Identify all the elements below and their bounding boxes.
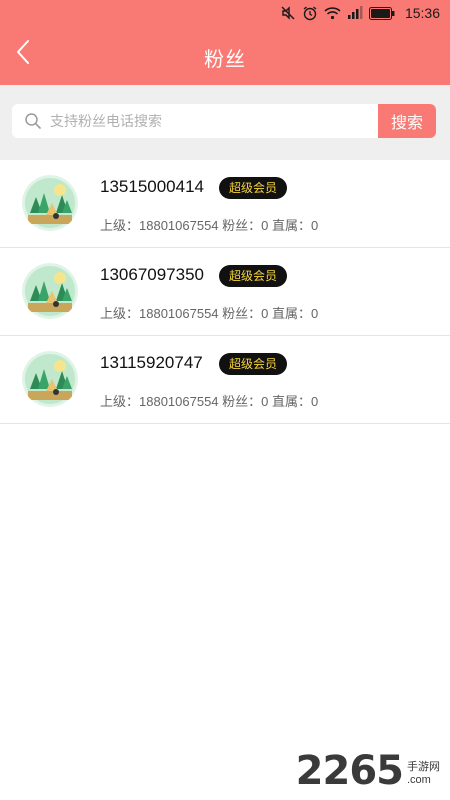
search-bar: 搜索 bbox=[0, 85, 450, 160]
member-badge: 超级会员 bbox=[219, 353, 288, 375]
mute-icon bbox=[280, 5, 296, 21]
status-bar: 15:36 bbox=[0, 0, 450, 26]
title-bar: 粉丝 bbox=[0, 26, 450, 85]
member-badge: 超级会员 bbox=[219, 265, 288, 287]
fan-phone: 13515000414 bbox=[100, 177, 205, 196]
wifi-icon bbox=[324, 6, 341, 20]
fan-list-item[interactable]: 13067097350 超级会员 上级：18801067554 粉丝：0 直属：… bbox=[0, 248, 450, 336]
battery-icon bbox=[368, 6, 395, 20]
member-badge: 超级会员 bbox=[219, 177, 288, 199]
fan-phone: 13115920747 bbox=[100, 353, 203, 372]
watermark-number: 2265 bbox=[295, 748, 404, 794]
search-box: 搜索 bbox=[12, 104, 436, 138]
alarm-icon bbox=[302, 5, 318, 21]
fan-phone: 13067097350 bbox=[100, 265, 205, 284]
fan-meta: 上级：18801067554 粉丝：0 直属：0 bbox=[100, 306, 319, 321]
fan-meta: 上级：18801067554 粉丝：0 直属：0 bbox=[100, 394, 319, 409]
watermark-suffix: 手游网 bbox=[407, 761, 440, 773]
fan-list-item[interactable]: 13515000414 超级会员 上级：18801067554 粉丝：0 直属：… bbox=[0, 160, 450, 248]
app-header: 15:36 粉丝 bbox=[0, 0, 450, 85]
fan-list-item[interactable]: 13115920747 超级会员 上级：18801067554 粉丝：0 直属：… bbox=[0, 336, 450, 424]
search-button[interactable]: 搜索 bbox=[378, 104, 436, 138]
avatar bbox=[22, 351, 78, 407]
search-icon bbox=[22, 110, 44, 132]
search-input[interactable] bbox=[44, 104, 378, 138]
fan-meta: 上级：18801067554 粉丝：0 直属：0 bbox=[100, 218, 319, 233]
avatar bbox=[22, 263, 78, 319]
signal-icon bbox=[347, 6, 363, 20]
watermark-domain: .com bbox=[407, 774, 431, 786]
avatar bbox=[22, 175, 78, 231]
status-time: 15:36 bbox=[404, 5, 440, 21]
fans-list: 13515000414 超级会员 上级：18801067554 粉丝：0 直属：… bbox=[0, 160, 450, 424]
page-title: 粉丝 bbox=[204, 49, 246, 71]
watermark-logo: 2265 手游网 .com bbox=[296, 748, 440, 794]
